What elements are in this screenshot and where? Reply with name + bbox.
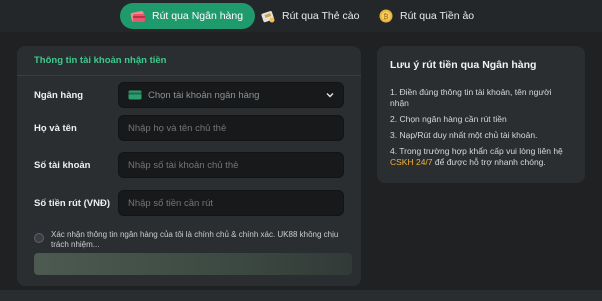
bank-card-icon — [130, 8, 146, 24]
amount-input[interactable] — [118, 190, 344, 216]
svg-text:₿: ₿ — [383, 13, 388, 21]
note-item-support-text: 4. Trong trường hợp khẩn cấp vui lòng li… — [390, 146, 563, 156]
name-row: Họ và tên — [17, 115, 361, 141]
scratch-card-icon — [260, 8, 276, 24]
submit-button[interactable] — [34, 253, 352, 275]
support-link[interactable]: CSKH 24/7 — [390, 157, 433, 167]
bank-select[interactable]: Chọn tài khoản ngân hàng — [118, 82, 344, 108]
section-header: Thông tin tài khoản nhận tiền — [17, 46, 361, 76]
account-label: Số tài khoản — [34, 159, 91, 171]
notes-panel: Lưu ý rút tiền qua Ngân hàng 1. Điền đún… — [377, 46, 585, 183]
consent-row: Xác nhận thông tin ngân hàng của tôi là … — [34, 230, 354, 250]
bank-card-small-icon — [128, 90, 142, 100]
bank-row: Ngân hàng Chọn tài khoản ngân hàng — [17, 82, 361, 108]
amount-row: Số tiền rút (VNĐ) — [17, 190, 361, 216]
withdraw-method-tabs: Rút qua Ngân hàng Rút qua Thẻ cào ₿ Rút … — [0, 0, 602, 32]
note-item: 2. Chọn ngân hàng cần rút tiền — [390, 114, 507, 124]
bottom-area — [0, 290, 602, 301]
account-input[interactable] — [118, 152, 344, 178]
account-row: Số tài khoản — [17, 152, 361, 178]
tab-scratch-card[interactable]: Rút qua Thẻ cào — [250, 3, 371, 29]
consent-radio[interactable] — [34, 233, 44, 243]
bank-label: Ngân hàng — [34, 89, 84, 101]
note-item-support-tail: để được hỗ trợ nhanh chóng. — [432, 157, 546, 167]
crypto-coin-icon: ₿ — [378, 8, 394, 24]
note-item: 3. Nạp/Rút duy nhất một chủ tài khoản. — [390, 130, 538, 140]
amount-label: Số tiền rút (VNĐ) — [34, 197, 110, 209]
tab-bank-label: Rút qua Ngân hàng — [152, 10, 244, 22]
tab-crypto[interactable]: ₿ Rút qua Tiền ảo — [368, 3, 486, 29]
name-input[interactable] — [118, 115, 344, 141]
tab-crypto-label: Rút qua Tiền ảo — [400, 10, 475, 22]
tab-bank[interactable]: Rút qua Ngân hàng — [120, 3, 256, 29]
note-item-support: 4. Trong trường hợp khẩn cấp vui lòng li… — [390, 146, 572, 168]
withdraw-form: Thông tin tài khoản nhận tiền Ngân hàng … — [17, 46, 361, 286]
consent-text: Xác nhận thông tin ngân hàng của tôi là … — [51, 230, 339, 249]
note-item: 1. Điền đúng thông tin tài khoản, tên ng… — [390, 87, 552, 108]
name-label: Họ và tên — [34, 122, 77, 134]
section-title: Thông tin tài khoản nhận tiền — [34, 55, 167, 66]
tab-scratch-card-label: Rút qua Thẻ cào — [282, 10, 360, 22]
chevron-down-icon — [325, 90, 335, 100]
notes-title: Lưu ý rút tiền qua Ngân hàng — [390, 59, 537, 71]
bank-select-placeholder: Chọn tài khoản ngân hàng — [148, 89, 260, 101]
